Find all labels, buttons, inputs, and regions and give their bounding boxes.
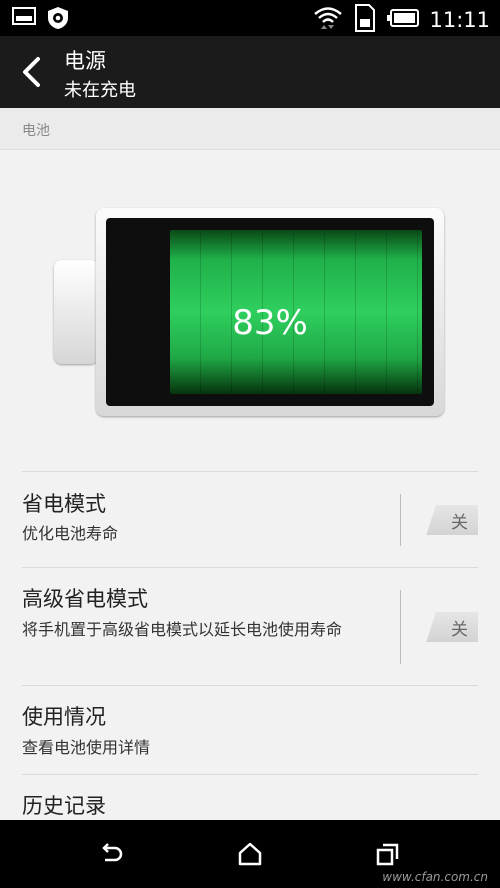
setting-title: 高级省电模式 — [22, 587, 148, 611]
setting-title: 使用情况 — [22, 705, 106, 729]
home-nav-button[interactable] — [236, 840, 264, 868]
setting-row-extreme-power-saver[interactable]: 高级省电模式 将手机置于高级省电模式以延长电池使用寿命 关 — [22, 567, 478, 685]
sim-card-icon — [353, 4, 377, 36]
section-header-label: 电池 — [22, 123, 50, 139]
back-arrow-icon — [102, 843, 123, 862]
status-time: 11:11 — [429, 8, 490, 32]
chevron-left-icon — [23, 57, 40, 87]
setting-title: 省电模式 — [22, 492, 106, 516]
back-nav-button[interactable] — [97, 840, 125, 868]
recent-apps-icon — [376, 843, 399, 866]
row-divider — [400, 494, 401, 546]
toggle-state-label: 关 — [451, 620, 468, 640]
watermark: www.cfan.com.cn — [382, 870, 488, 884]
back-button[interactable] — [14, 52, 54, 92]
image-notification-icon — [12, 6, 36, 34]
navigation-bar: www.cfan.com.cn — [0, 820, 500, 888]
home-icon — [238, 842, 262, 866]
status-bar: 11:11 — [0, 0, 500, 36]
wifi-icon — [313, 5, 343, 35]
action-bar: 电源 未在充电 — [0, 36, 500, 108]
setting-subtitle: 查看电池使用详情 — [22, 738, 151, 757]
battery-well: 83% — [106, 218, 434, 406]
recents-nav-button[interactable] — [374, 840, 402, 868]
security-notification-icon — [46, 6, 70, 34]
setting-title: 历史记录 — [22, 794, 106, 818]
row-divider — [400, 590, 401, 664]
setting-subtitle: 将手机置于高级省电模式以延长电池使用寿命 — [22, 620, 343, 639]
setting-row-usage[interactable]: 使用情况 查看电池使用详情 — [22, 685, 478, 774]
setting-row-history[interactable]: 历史记录 — [22, 774, 478, 820]
battery-terminal — [54, 260, 98, 364]
setting-row-power-saver[interactable]: 省电模式 优化电池寿命 关 — [22, 471, 478, 567]
section-header: 电池 — [0, 108, 500, 150]
power-saver-toggle[interactable]: 关 — [412, 505, 478, 535]
battery-percentage: 83% — [232, 303, 308, 343]
battery-status-icon — [387, 9, 420, 31]
toggle-state-label: 关 — [451, 513, 468, 533]
page-title: 电源 — [64, 49, 106, 73]
battery-body: 83% — [96, 208, 444, 416]
page-subtitle: 未在充电 — [64, 80, 136, 101]
battery-illustration: 83% — [0, 151, 500, 469]
setting-subtitle: 优化电池寿命 — [22, 524, 119, 543]
extreme-power-saver-toggle[interactable]: 关 — [412, 612, 478, 642]
